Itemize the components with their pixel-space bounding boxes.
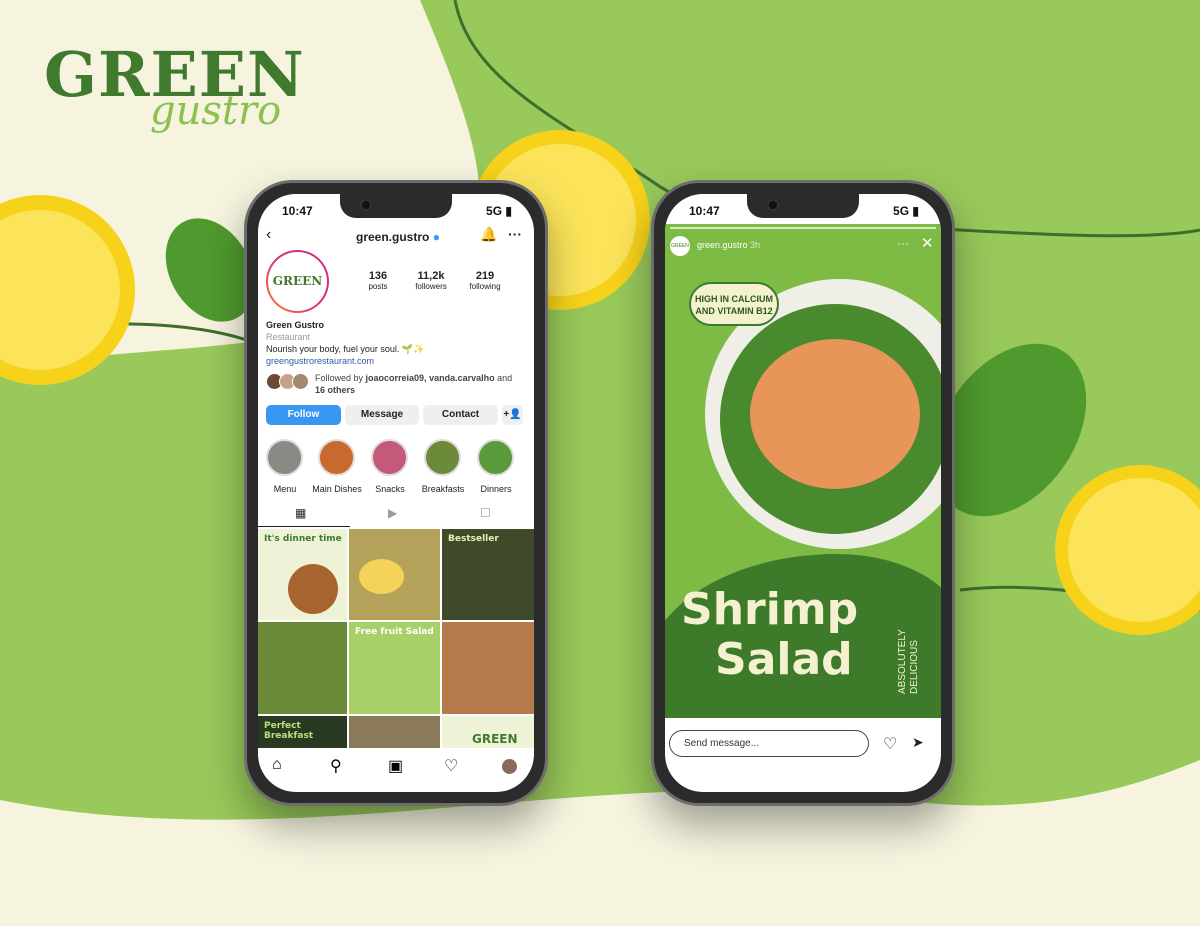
profile-bio: Nourish your body, fuel your soul. 🌱✨ xyxy=(266,344,425,354)
more-icon[interactable]: ··· xyxy=(508,226,522,242)
send-message-input[interactable]: Send message... xyxy=(669,730,869,757)
highlight-label: Main Dishes xyxy=(312,484,362,494)
story-screen: 10:47 5G ▮ HIGH IN CALCIUM AND VITAMIN B… xyxy=(665,194,941,792)
highlight-breakfasts[interactable] xyxy=(424,439,461,476)
status-time: 10:47 xyxy=(689,204,720,218)
followed-by[interactable]: Followed by joaocorreia09, vanda.carvalh… xyxy=(315,372,512,396)
grid-tab-icon[interactable]: ▦ xyxy=(295,506,306,520)
camera xyxy=(767,199,779,211)
post-thumbnail[interactable] xyxy=(349,529,440,620)
tagged-tab-icon[interactable]: ☐ xyxy=(480,506,491,520)
story-username[interactable]: green.gustro 3h xyxy=(697,240,760,250)
post-thumbnail[interactable]: Bestseller xyxy=(442,529,534,620)
verified-badge-icon: ● xyxy=(432,230,440,244)
search-icon[interactable]: ⚲ xyxy=(330,756,342,776)
send-icon[interactable]: ➤ xyxy=(912,734,924,751)
post-thumbnail[interactable]: Perfect Breakfast xyxy=(258,716,347,748)
bell-icon[interactable]: 🔔 xyxy=(480,226,497,243)
post-thumbnail[interactable]: It's dinner time xyxy=(258,529,347,620)
background xyxy=(0,0,1200,926)
story-phone: 10:47 5G ▮ HIGH IN CALCIUM AND VITAMIN B… xyxy=(651,180,955,806)
reels-tab-icon[interactable]: ▶ xyxy=(388,506,397,520)
story-content[interactable]: HIGH IN CALCIUM AND VITAMIN B12 Shrimp S… xyxy=(665,224,941,718)
follower-avatars xyxy=(266,373,310,390)
post-thumbnail[interactable] xyxy=(349,716,440,748)
shrimp xyxy=(750,339,920,489)
highlight-label: Breakfasts xyxy=(421,484,465,494)
story-headline: Salad xyxy=(715,634,853,685)
heart-icon[interactable]: ♡ xyxy=(883,734,897,754)
highlight-label: Dinners xyxy=(480,484,512,494)
highlight-main-dishes[interactable] xyxy=(318,439,355,476)
contact-button[interactable]: Contact xyxy=(423,405,498,425)
home-icon[interactable]: ⌂ xyxy=(272,756,282,774)
stat-posts[interactable]: 136 posts xyxy=(358,270,398,291)
back-icon[interactable]: ‹ xyxy=(266,226,271,244)
profile-screen: 10:47 5G ▮ ‹ green.gustro ● 🔔 ··· GREEN … xyxy=(258,194,534,792)
close-icon[interactable]: ✕ xyxy=(921,234,934,252)
highlight-snacks[interactable] xyxy=(371,439,408,476)
highlight-dinners[interactable] xyxy=(477,439,514,476)
story-side-text: ABSOLUTELY DELICIOUS xyxy=(897,629,920,694)
avatar[interactable]: GREEN xyxy=(266,250,329,313)
post-thumbnail[interactable]: Free fruit Salad xyxy=(349,622,440,714)
status-network: 5G ▮ xyxy=(893,204,919,218)
profile-phone: 10:47 5G ▮ ‹ green.gustro ● 🔔 ··· GREEN … xyxy=(244,180,548,806)
logo-script: gustro xyxy=(150,88,282,134)
profile-username: green.gustro ● xyxy=(356,230,440,244)
status-time: 10:47 xyxy=(282,204,313,218)
profile-link[interactable]: greengustrorestaurant.com xyxy=(266,356,374,366)
post-thumbnail[interactable] xyxy=(258,622,347,714)
profile-category: Restaurant xyxy=(266,332,311,342)
profile-avatar-icon[interactable] xyxy=(502,759,517,774)
profile-name: Green Gustro xyxy=(266,320,325,330)
highlight-menu[interactable] xyxy=(266,439,303,476)
story-avatar[interactable]: GREEN xyxy=(670,236,690,256)
more-icon[interactable]: ··· xyxy=(897,236,909,250)
stat-following[interactable]: 219 following xyxy=(460,270,510,291)
add-person-button[interactable]: +👤 xyxy=(502,405,523,425)
message-button[interactable]: Message xyxy=(345,405,419,425)
story-headline: Shrimp xyxy=(681,584,859,635)
nutrition-bubble: HIGH IN CALCIUM AND VITAMIN B12 xyxy=(689,282,779,326)
camera xyxy=(360,199,372,211)
follow-button[interactable]: Follow xyxy=(266,405,341,425)
stat-followers[interactable]: 11,2k followers xyxy=(406,270,456,291)
status-network: 5G ▮ xyxy=(486,204,512,218)
post-thumbnail[interactable]: GREEN xyxy=(442,716,534,748)
highlight-label: Snacks xyxy=(375,484,405,494)
reels-icon[interactable]: ▣ xyxy=(388,756,403,776)
post-thumbnail[interactable] xyxy=(442,622,534,714)
heart-icon[interactable]: ♡ xyxy=(444,756,458,776)
story-progress xyxy=(670,227,936,229)
